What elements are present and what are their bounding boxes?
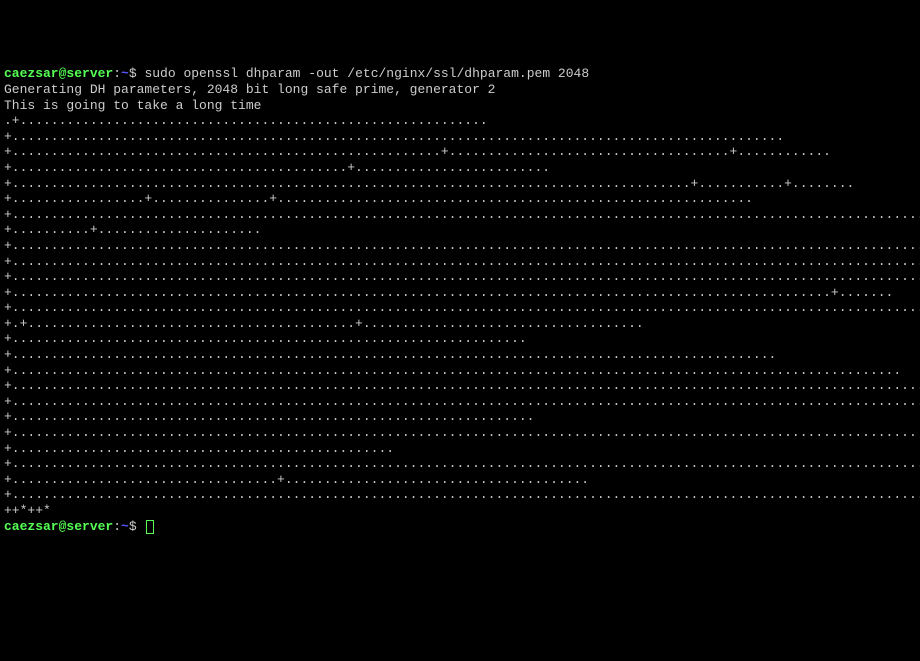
path-1: ~ xyxy=(121,66,129,81)
path-2: ~ xyxy=(121,519,129,534)
user-host-2: caezsar@server xyxy=(4,519,113,534)
prompt-line-1: caezsar@server:~$ sudo openssl dhparam -… xyxy=(4,66,589,81)
prompt-symbol-2: $ xyxy=(129,519,145,534)
user-host-1: caezsar@server xyxy=(4,66,113,81)
separator-2: : xyxy=(113,519,121,534)
output-line-2: This is going to take a long time xyxy=(4,98,261,113)
terminal-output[interactable]: caezsar@server:~$ sudo openssl dhparam -… xyxy=(4,66,916,534)
progress-dots: .+......................................… xyxy=(4,113,920,518)
separator-1: : xyxy=(113,66,121,81)
command-text: sudo openssl dhparam -out /etc/nginx/ssl… xyxy=(144,66,589,81)
prompt-symbol-1: $ xyxy=(129,66,145,81)
prompt-line-2: caezsar@server:~$ xyxy=(4,519,144,534)
output-line-1: Generating DH parameters, 2048 bit long … xyxy=(4,82,495,97)
cursor-icon xyxy=(146,520,154,534)
